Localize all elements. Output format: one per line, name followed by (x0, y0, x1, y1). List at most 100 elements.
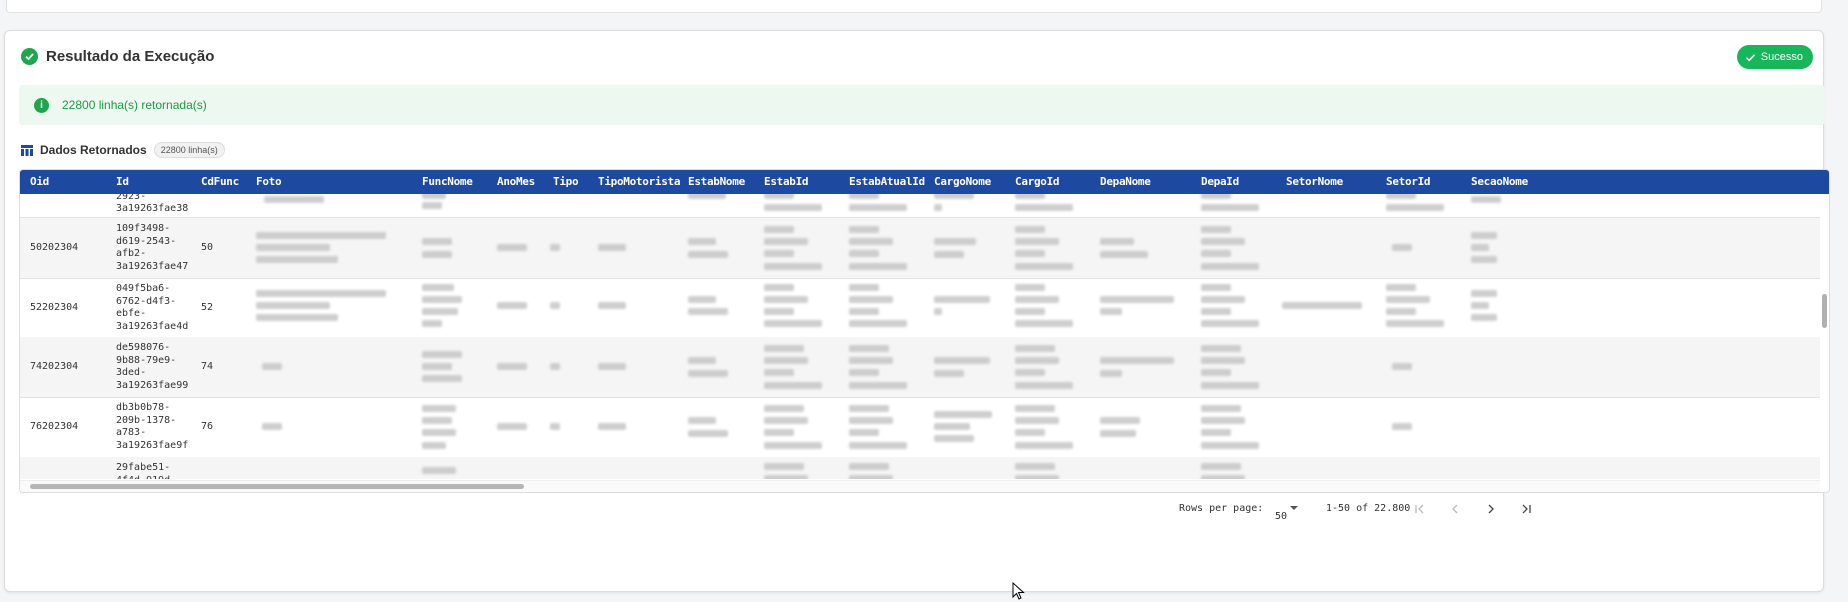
redacted-cell-text (1471, 256, 1497, 263)
redacted-cell-text (934, 204, 942, 211)
redacted-cell-text (1471, 244, 1489, 251)
redacted-cell-text (1201, 345, 1241, 352)
col-header-anomes[interactable]: AnoMes (497, 170, 535, 194)
col-header-cdfunc[interactable]: CdFunc (201, 170, 239, 194)
redacted-cell-text (1201, 475, 1245, 479)
cell-id: de598076- 9b88-79e9- 3ded- 3a19263fae99 (116, 342, 189, 391)
cell-oid: 74202304 (30, 361, 79, 372)
redacted-cell-text (849, 345, 889, 352)
col-header-oid[interactable]: Oid (30, 170, 49, 194)
next-page-icon[interactable] (1479, 498, 1503, 520)
last-page-icon[interactable] (1514, 498, 1538, 520)
redacted-cell-text (849, 357, 893, 364)
redacted-cell-text (764, 429, 794, 436)
redacted-cell-text (934, 296, 990, 303)
table-row[interactable]: 74202304 de598076- 9b88-79e9- 3ded- 3a19263… (20, 337, 1820, 398)
redacted-cell-text (1015, 194, 1045, 199)
redacted-cell-text (497, 423, 527, 430)
redacted-cell-text (688, 251, 728, 258)
col-header-tipomotorista[interactable]: TipoMotorista (598, 170, 681, 194)
redacted-cell-text (422, 238, 452, 245)
cell-id: 2923- 3a19263fae38 (116, 194, 189, 214)
col-header-cargonome[interactable]: CargoNome (934, 170, 991, 194)
cell-id: 049f5ba6- 6762-d4f3- ebfe- 3a19263fae4d (116, 283, 189, 332)
redacted-cell-text (934, 251, 964, 258)
col-header-estabatualid[interactable]: EstabAtualId (849, 170, 925, 194)
redacted-cell-text (1015, 263, 1073, 270)
redacted-cell-text (1201, 263, 1259, 270)
table-row[interactable]: 52202304 049f5ba6- 6762-d4f3- ebfe- 3a19263… (20, 278, 1820, 338)
redacted-cell-text (1015, 442, 1073, 449)
redacted-cell-text (422, 467, 456, 474)
redacted-cell-text (598, 302, 626, 309)
redacted-cell-text (934, 411, 992, 418)
redacted-cell-text (934, 308, 942, 315)
data-table[interactable]: Oid Id CdFunc Foto FuncNome AnoMes Tipo … (19, 169, 1830, 493)
horizontal-scroll-thumb[interactable] (30, 484, 524, 489)
table-row[interactable]: 2923- 3a19263fae38 (20, 194, 1820, 218)
table-row[interactable]: 50202304 109f3498- d619-2543- afb2- 3a19263… (20, 218, 1820, 279)
redacted-cell-text (422, 429, 456, 436)
col-header-cargoid[interactable]: CargoId (1015, 170, 1060, 194)
redacted-cell-text (1471, 290, 1497, 297)
redacted-cell-text (1015, 296, 1059, 303)
redacted-cell-text (849, 320, 907, 327)
first-page-icon[interactable] (1408, 498, 1432, 520)
redacted-cell-text (422, 202, 442, 209)
info-icon: i (34, 97, 49, 113)
redacted-cell-text (1201, 308, 1231, 315)
redacted-cell-text (764, 405, 804, 412)
redacted-cell-text (849, 369, 879, 376)
redacted-cell-text (764, 345, 804, 352)
cell-oid: 52202304 (30, 302, 79, 313)
cell-oid: 50202304 (30, 242, 79, 253)
redacted-cell-text (849, 263, 907, 270)
col-header-setornome[interactable]: SetorNome (1286, 170, 1343, 194)
redacted-cell-text (1015, 463, 1055, 470)
col-header-foto[interactable]: Foto (256, 170, 282, 194)
redacted-cell-text (934, 435, 974, 442)
redacted-cell-text (934, 423, 970, 430)
col-header-estabnome[interactable]: EstabNome (688, 170, 745, 194)
redacted-cell-text (256, 232, 386, 239)
col-header-depaid[interactable]: DepaId (1201, 170, 1239, 194)
redacted-cell-text (422, 308, 458, 315)
redacted-cell-text (1201, 204, 1259, 211)
status-badge-label: Sucesso (1760, 51, 1803, 63)
col-header-id[interactable]: Id (116, 170, 129, 194)
prev-page-icon[interactable] (1443, 498, 1467, 520)
col-header-depanome[interactable]: DepaNome (1100, 170, 1151, 194)
redacted-cell-text (1015, 345, 1055, 352)
col-header-tipo[interactable]: Tipo (553, 170, 579, 194)
col-header-estabid[interactable]: EstabId (764, 170, 809, 194)
redacted-cell-text (1015, 382, 1073, 389)
cell-cdfunc: 50 (201, 242, 214, 253)
redacted-cell-text (1201, 250, 1231, 257)
redacted-cell-text (849, 405, 889, 412)
table-row[interactable]: 29fabe51-4f4d-919d (20, 457, 1820, 479)
redacted-cell-text (497, 244, 527, 251)
redacted-cell-text (764, 382, 822, 389)
vertical-scroll-thumb[interactable] (1822, 294, 1827, 328)
redacted-cell-text (550, 302, 560, 309)
redacted-cell-text (1100, 370, 1122, 377)
redacted-cell-text (1015, 417, 1059, 424)
vertical-scrollbar[interactable] (1821, 194, 1828, 484)
col-header-funcnome[interactable]: FuncNome (422, 170, 473, 194)
redacted-cell-text (688, 308, 728, 315)
redacted-cell-text (688, 430, 728, 437)
table-row[interactable]: 76202304 db3b0b78- 209b-1378- a783- 3a19263… (20, 397, 1820, 458)
redacted-cell-text (1471, 302, 1489, 309)
redacted-cell-text (764, 204, 822, 211)
redacted-cell-text (1015, 475, 1059, 479)
redacted-cell-text (764, 296, 808, 303)
redacted-cell-text (262, 363, 282, 370)
rows-per-page-select[interactable]: 50 (1275, 503, 1299, 522)
col-header-setorid[interactable]: SetorId (1386, 170, 1431, 194)
redacted-cell-text (1015, 238, 1059, 245)
horizontal-scrollbar[interactable] (20, 480, 1820, 492)
redacted-cell-text (1015, 250, 1045, 257)
cell-id: 109f3498- d619-2543- afb2- 3a19263fae47 (116, 223, 189, 272)
redacted-cell-text (764, 357, 808, 364)
col-header-secaonome[interactable]: SecaoNome (1471, 170, 1528, 194)
